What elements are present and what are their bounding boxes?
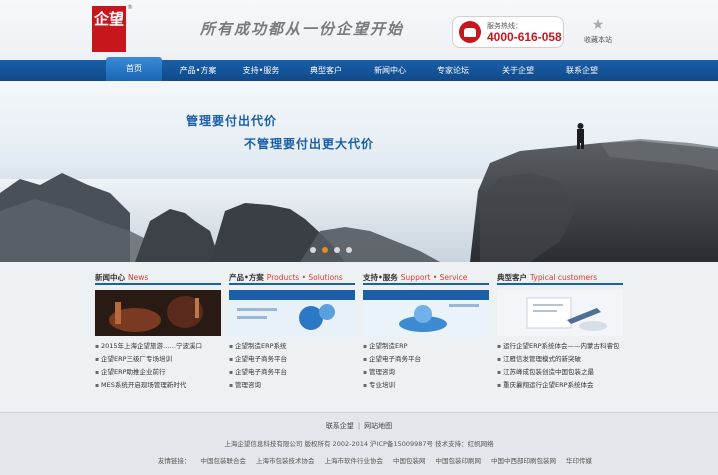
friend-link[interactable]: 上海市包装技术协会 [256,457,315,465]
brand-logo[interactable]: 企望 [92,6,126,52]
mountain-landscape-image [0,123,718,262]
friend-link[interactable]: 华印传媒 [566,457,592,465]
column-title-en: Products • Solutions [266,273,343,282]
list-item[interactable]: 企望电子商务平台 [363,353,489,366]
star-icon: ★ [591,17,605,33]
slide-indicators [310,247,358,255]
site-header: 企望 ® 所有成功都从一份企望开始 服务热线： 4000-616-058 ★ 收… [0,0,718,60]
list-item[interactable]: 运行企望ERP系统体会——内蒙古科睿包 [497,340,623,353]
column-title-en: News [128,273,149,282]
column-title[interactable]: 产品•方案 Products • Solutions [229,270,355,285]
friend-link[interactable]: 中国包装网 [393,457,426,465]
news-list: 2015年上海企望旅游……宁波溪口 企望ERP三级厂专场培训 企望ERP助推企业… [95,340,221,392]
news-column: 新闻中心News 2015年上海企望旅游……宁波溪口 企望ERP三级厂专场培训 … [95,270,221,394]
column-title[interactable]: 支持•服务 Support • Service [363,270,489,285]
list-item[interactable]: 企望ERP三级厂专场培训 [95,353,221,366]
column-title-zh: 典型客户 [497,273,527,282]
registered-mark: ® [127,4,133,11]
slide-dot-active[interactable] [322,247,328,253]
customers-thumbnail[interactable] [497,290,623,336]
column-title-en: Support • Service [400,273,468,282]
list-item[interactable]: 专业培训 [363,379,489,392]
list-item[interactable]: 企望电子商务平台 [229,366,355,379]
nav-item-forum[interactable]: 专家论坛 [425,60,481,81]
list-item[interactable]: 企望ERP助推企业前行 [95,366,221,379]
hotline-number: 4000-616-058 [487,30,562,44]
favorite-button[interactable]: ★ 收藏本站 [580,18,616,45]
support-list: 企望制造ERP 企望电子商务平台 管理咨询 专业培训 [363,340,489,392]
news-thumbnail[interactable] [95,290,221,336]
slide-dot[interactable] [310,247,316,253]
nav-item-home[interactable]: 首页 [106,57,162,81]
list-item[interactable]: 企望制造ERP [363,340,489,353]
separator: | [357,422,361,430]
footer-links: 联系企望 | 网站地图 [0,421,718,431]
slide-dot[interactable] [334,247,340,253]
customers-list: 运行企望ERP系统体会——内蒙古科睿包 江雁信发管理模式的新突破 江苏峰成包装创… [497,340,623,392]
column-title-zh: 支持•服务 [363,273,398,282]
banner-tagline-1: 管理要付出代价 [186,114,278,128]
nav-item-products[interactable]: 产品•方案 [170,60,226,81]
list-item[interactable]: MES系统开启现场管理新时代 [95,379,221,392]
nav-item-about[interactable]: 关于企望 [490,60,546,81]
hotline-box: 服务热线： 4000-616-058 [452,16,564,48]
phone-icon [459,21,481,43]
column-title[interactable]: 新闻中心 News [95,270,221,285]
column-title-zh: 产品•方案 [229,273,264,282]
nav-item-support[interactable]: 支持•服务 [233,60,289,81]
banner-tagline-2: 不管理要付出更大代价 [244,137,375,151]
sitemap-link[interactable]: 网站地图 [364,422,392,430]
list-item[interactable]: 企望电子商务平台 [229,353,355,366]
friend-links: 友情链接： 中国包装联合会 上海市包装技术协会 上海市软件行业协会 中国包装网 中国包装印… [158,455,602,465]
friend-link[interactable]: 中国包装联合会 [201,457,247,465]
column-title[interactable]: 典型客户 Typical customers [497,270,623,285]
list-item[interactable]: 重庆曩翔运行企望ERP系统体会 [497,379,623,392]
site-footer: 联系企望 | 网站地图 上海企望信息科技有限公司 版权所有 2002-2014 沪I… [0,412,718,475]
nav-item-customers[interactable]: 典型客户 [298,60,354,81]
friend-link[interactable]: 上海市软件行业协会 [325,457,384,465]
friend-link[interactable]: 中国中西部印刷包装网 [491,457,556,465]
hero-banner[interactable]: 管理要付出代价 不管理要付出更大代价 [0,81,718,262]
support-column: 支持•服务Support • Service 企望制造ERP 企望电子商务平台 … [363,270,489,394]
products-column: 产品•方案Products • Solutions 企望制造ERP系统 企望电子… [229,270,355,394]
list-item[interactable]: 管理咨询 [363,366,489,379]
list-item[interactable]: 江雁信发管理模式的新突破 [497,353,623,366]
friend-link[interactable]: 中国包装印刷网 [436,457,482,465]
friend-links-label: 友情链接： [158,457,191,465]
contact-link[interactable]: 联系企望 [326,422,354,430]
customers-column: 典型客户Typical customers 运行企望ERP系统体会——内蒙古科睿… [497,270,623,394]
column-title-zh: 新闻中心 [95,273,125,282]
copyright: 上海企望信息科技有限公司 版权所有 2002-2014 沪ICP备1500998… [224,440,494,448]
nav-item-news[interactable]: 新闻中心 [362,60,418,81]
products-thumbnail[interactable] [229,290,355,336]
slide-dot[interactable] [346,247,352,253]
support-thumbnail[interactable] [363,290,489,336]
content-columns: 新闻中心News 2015年上海企望旅游……宁波溪口 企望ERP三级厂专场培训 … [95,270,625,394]
products-list: 企望制造ERP系统 企望电子商务平台 企望电子商务平台 管理咨询 [229,340,355,392]
favorite-label: 收藏本站 [584,36,612,44]
slogan: 所有成功都从一份企望开始 [200,20,405,38]
list-item[interactable]: 管理咨询 [229,379,355,392]
list-item[interactable]: 2015年上海企望旅游……宁波溪口 [95,340,221,353]
column-title-en: Typical customers [530,273,598,282]
list-item[interactable]: 企望制造ERP系统 [229,340,355,353]
list-item[interactable]: 江苏峰成包装创造中国包装之最 [497,366,623,379]
nav-item-contact[interactable]: 联系企望 [554,60,610,81]
main-nav: 首页 产品•方案 支持•服务 典型客户 新闻中心 专家论坛 关于企望 联系企望 [0,57,718,81]
